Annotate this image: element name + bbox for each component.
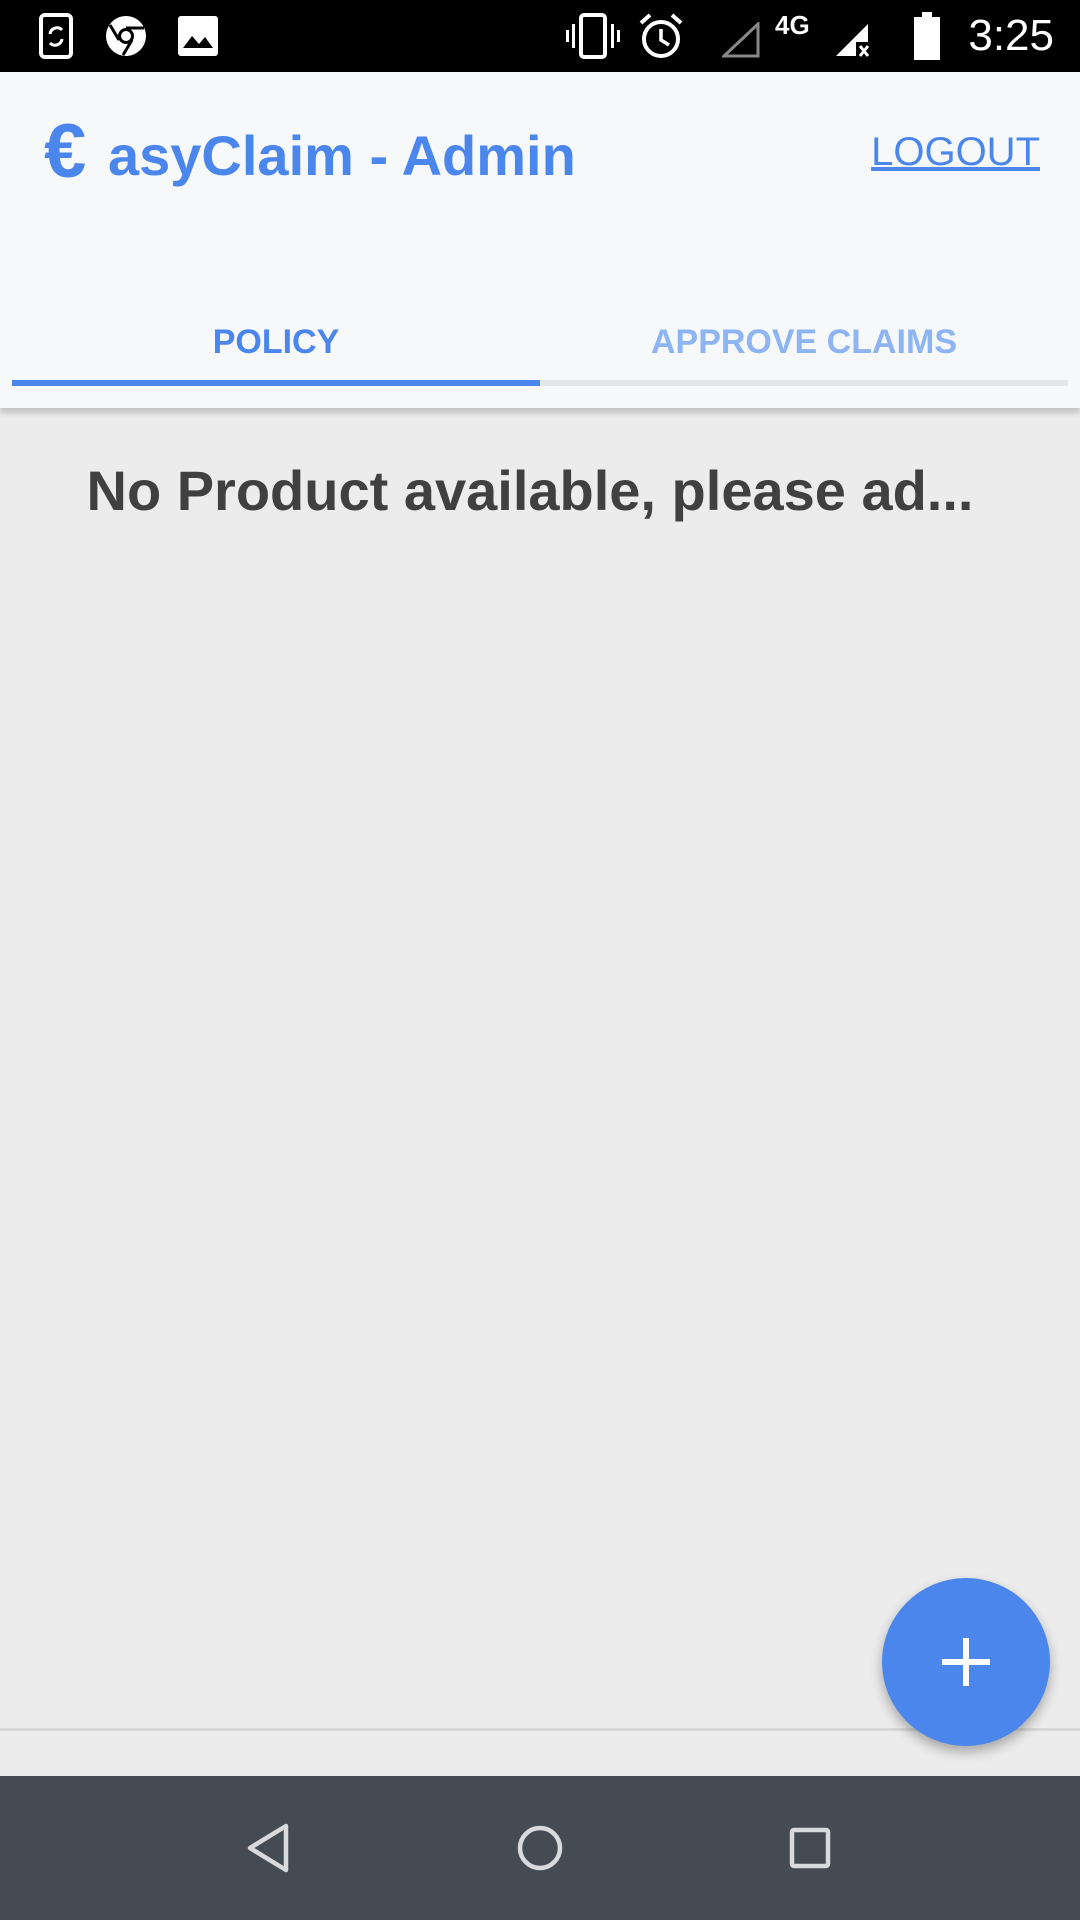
empty-state-message: No Product available, please ad... [86, 459, 974, 522]
app-title: asyClaim - Admin [108, 124, 576, 187]
alarm-icon [639, 13, 683, 58]
plus-icon [942, 1638, 990, 1686]
nav-home-button[interactable] [504, 1812, 576, 1884]
back-icon [247, 1823, 289, 1873]
signal-empty-icon [722, 22, 760, 58]
nav-recents-button[interactable] [774, 1812, 846, 1884]
tab-indicator-active [12, 380, 540, 386]
add-product-button[interactable] [882, 1578, 1050, 1746]
network-type-label: 4G [775, 10, 810, 40]
brand-logo-euro: € [44, 109, 87, 194]
logout-button[interactable]: LOGOUT [871, 128, 1040, 176]
image-icon [178, 16, 218, 56]
tab-bar: POLICY APPROVE CLAIMS [12, 292, 1068, 388]
tab-approve-claims[interactable]: APPROVE CLAIMS [540, 292, 1068, 388]
nav-back-button[interactable] [234, 1812, 306, 1884]
tab-indicator-track [12, 380, 1068, 386]
status-time: 3:25 [968, 11, 1054, 60]
app-header: € asyClaim - Admin LOGOUT POLICY APPROVE… [0, 72, 1080, 408]
bottom-divider [0, 1728, 1080, 1776]
phone-sync-icon [39, 13, 73, 59]
main-content: No Product available, please ad... [0, 408, 1080, 1728]
signal-no-data-icon [836, 24, 870, 57]
battery-icon [914, 12, 940, 60]
chrome-icon [106, 16, 146, 56]
vibrate-icon [566, 13, 620, 59]
recents-icon [789, 1827, 831, 1869]
system-nav-bar [0, 1776, 1080, 1920]
status-bar: 4G 3:25 [0, 0, 1080, 72]
tab-policy[interactable]: POLICY [12, 292, 540, 388]
home-icon [517, 1825, 563, 1871]
